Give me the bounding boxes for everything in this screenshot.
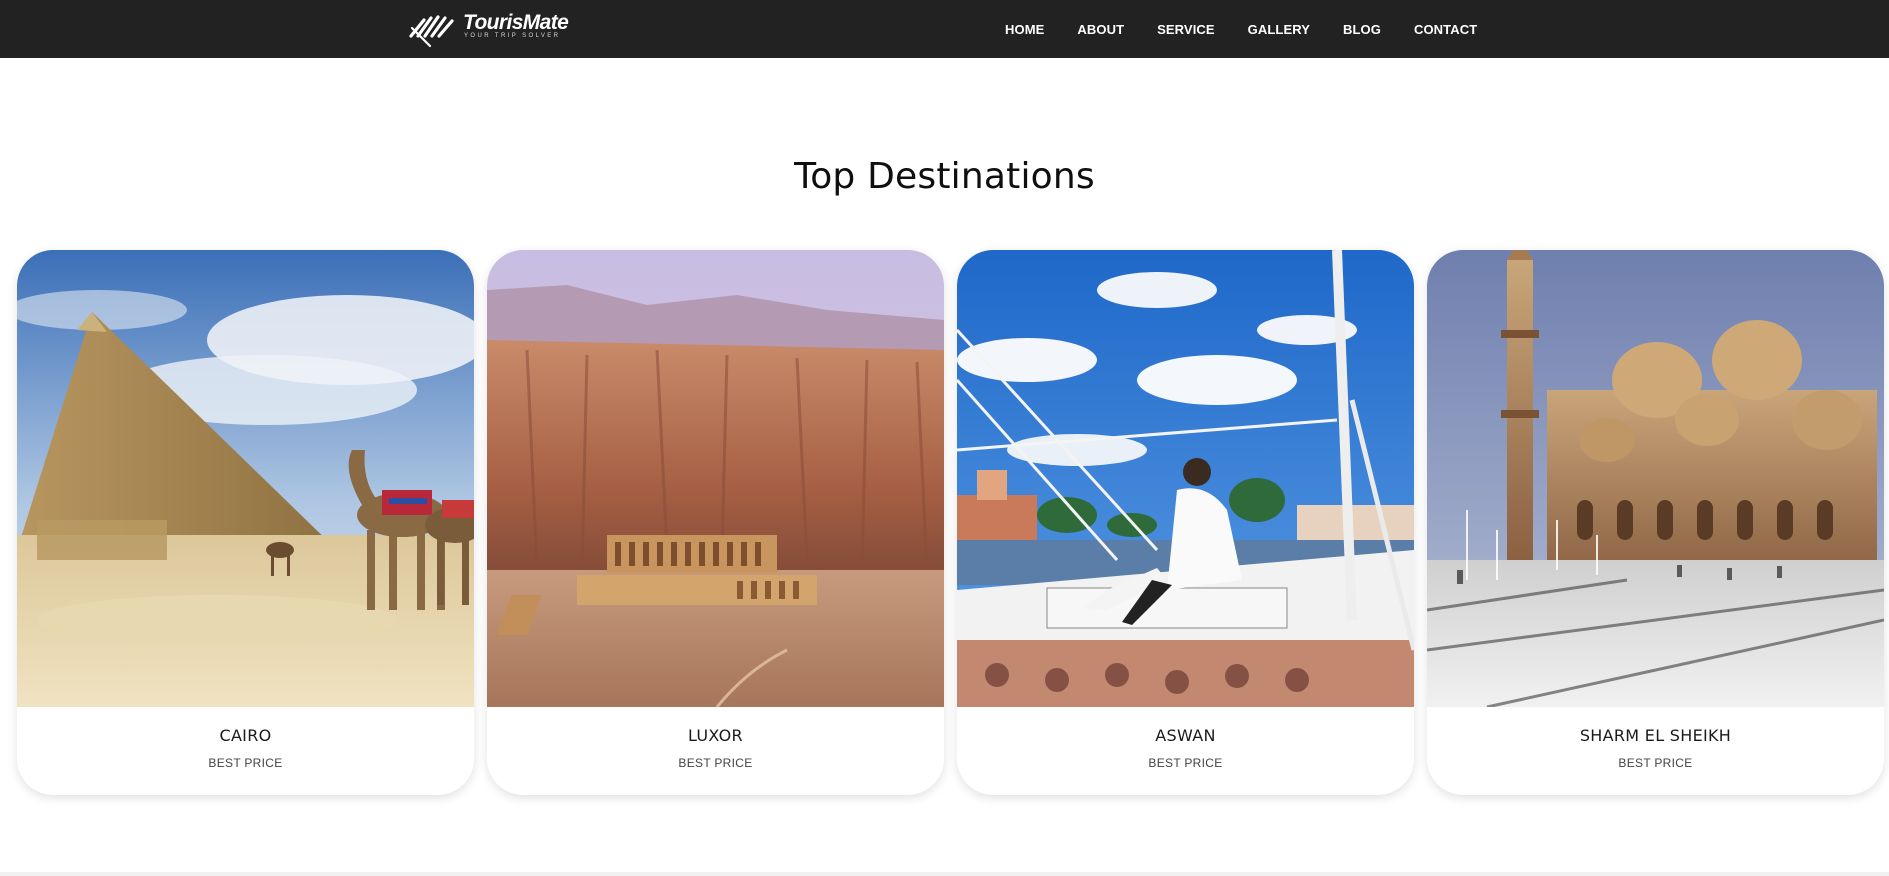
- mosque-fountains-image: [1427, 250, 1884, 707]
- nav-about-link[interactable]: ABOUT: [1077, 22, 1124, 37]
- top-navbar: TourisMate YOUR TRIP SOLVER HOME ABOUT S…: [0, 0, 1889, 58]
- pyramids-camels-image: [17, 250, 474, 707]
- nav-home-link[interactable]: HOME: [1005, 22, 1044, 37]
- destination-price-label: BEST PRICE: [678, 756, 753, 770]
- section-title: Top Destinations: [794, 156, 1095, 197]
- destination-price-label: BEST PRICE: [1148, 756, 1223, 770]
- main-nav: HOME ABOUT SERVICE GALLERY BLOG CONTACT: [1005, 0, 1477, 58]
- brand-logo[interactable]: TourisMate YOUR TRIP SOLVER: [408, 6, 569, 50]
- destination-price-label: BEST PRICE: [1618, 756, 1693, 770]
- nav-gallery-link[interactable]: GALLERY: [1248, 22, 1310, 37]
- felucca-sailboat-image: [957, 250, 1414, 707]
- nav-contact-link[interactable]: CONTACT: [1414, 22, 1477, 37]
- destination-card-cairo[interactable]: CAIRO BEST PRICE: [17, 250, 474, 795]
- logo-mark-icon: [409, 15, 454, 48]
- destination-name: LUXOR: [688, 726, 743, 745]
- destination-price-label: BEST PRICE: [208, 756, 283, 770]
- destination-card-sharm-el-sheikh[interactable]: SHARM EL SHEIKH BEST PRICE: [1427, 250, 1884, 795]
- temple-cliffs-image: [487, 250, 944, 707]
- destination-name: ASWAN: [1155, 726, 1216, 745]
- brand-tagline: YOUR TRIP SOLVER: [464, 33, 561, 39]
- destination-card-luxor[interactable]: LUXOR BEST PRICE: [487, 250, 944, 795]
- nav-service-link[interactable]: SERVICE: [1157, 22, 1215, 37]
- section-divider: [0, 872, 1889, 876]
- destination-card-aswan[interactable]: ASWAN BEST PRICE: [957, 250, 1414, 795]
- destination-name: CAIRO: [219, 726, 272, 745]
- destination-name: SHARM EL SHEIKH: [1579, 726, 1732, 745]
- brand-name: TourisMate: [463, 11, 569, 34]
- nav-blog-link[interactable]: BLOG: [1343, 22, 1381, 37]
